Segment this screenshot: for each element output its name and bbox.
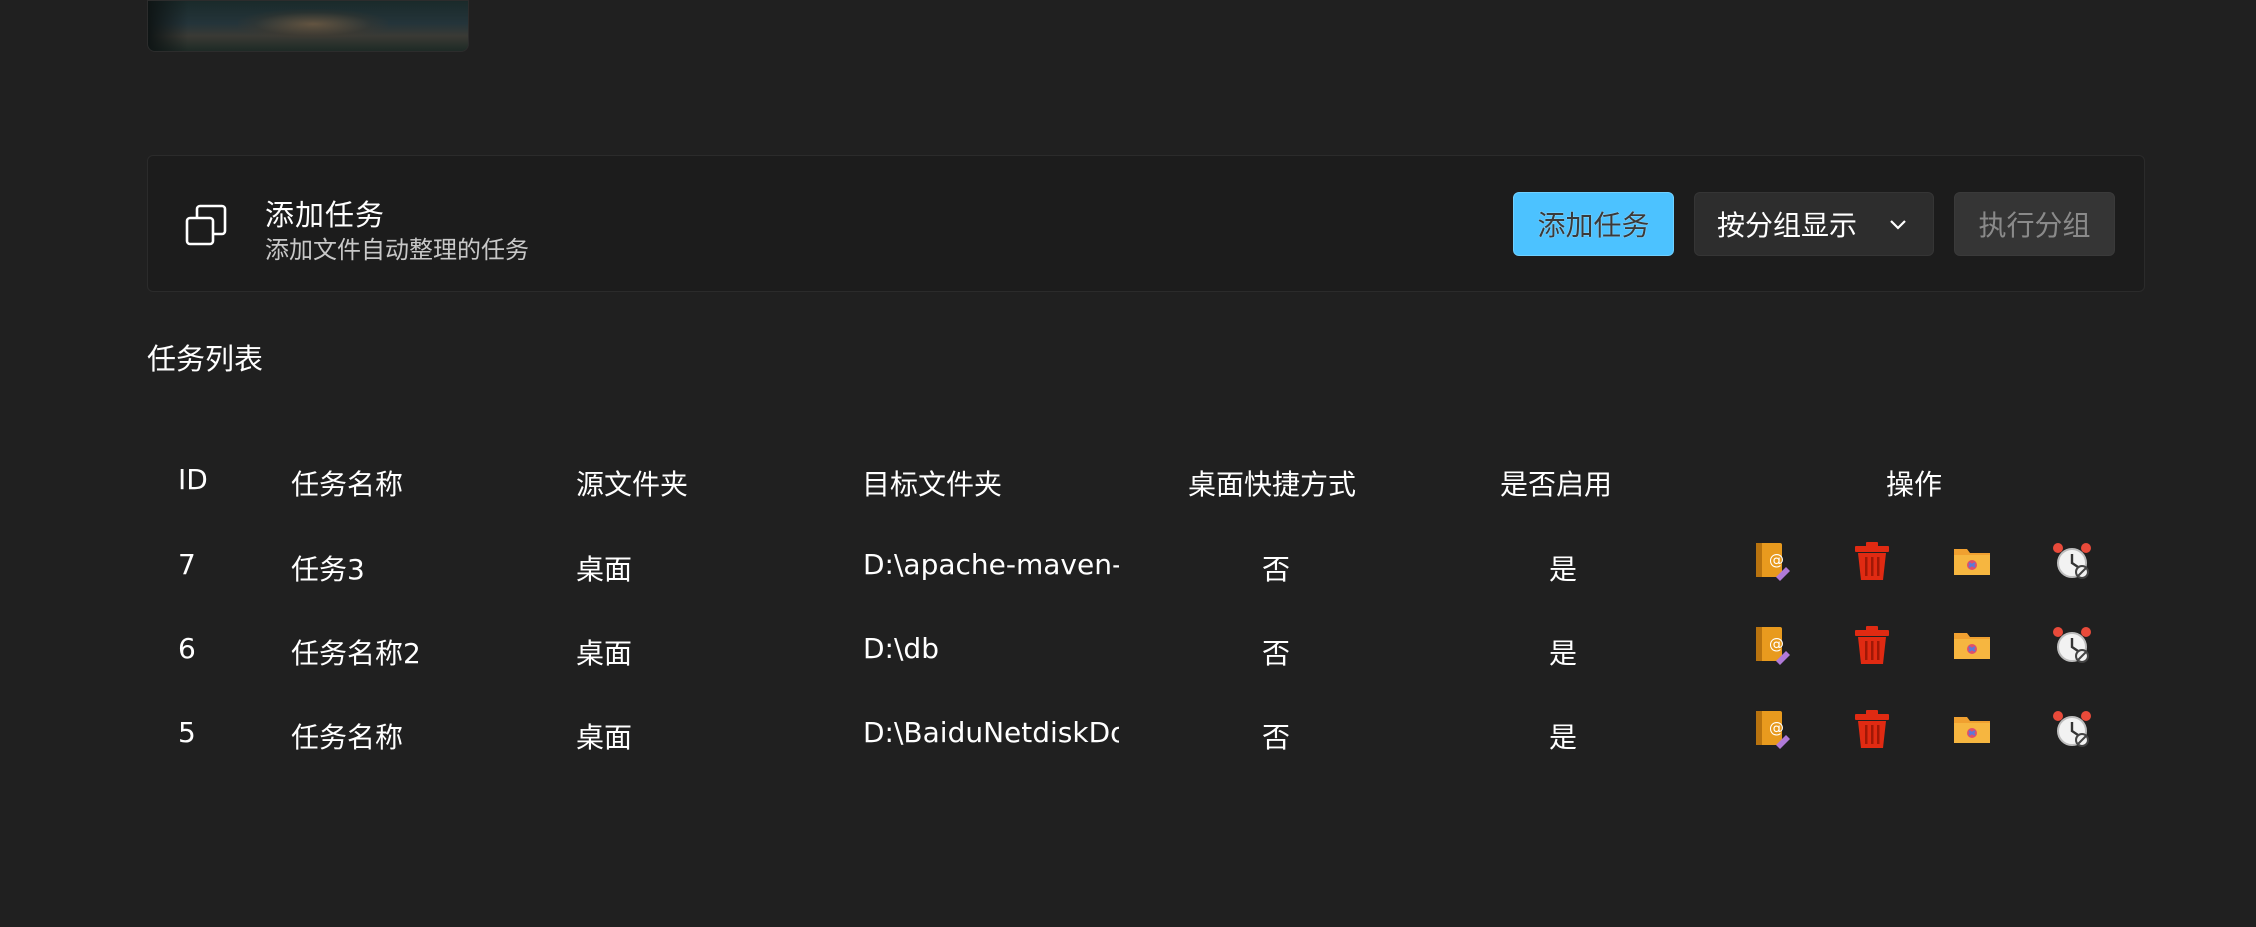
alarm-clock-icon[interactable] <box>2052 625 2092 665</box>
edit-contact-icon[interactable]: @ <box>1752 625 1792 665</box>
folder-icon[interactable] <box>1952 709 1992 749</box>
cell-target-folder: D:\BaiduNetdiskDownload <box>863 716 1119 749</box>
chevron-down-icon <box>1890 220 1906 230</box>
header-id: ID <box>178 463 208 496</box>
add-task-button[interactable]: 添加任务 <box>1513 192 1674 256</box>
edit-contact-icon[interactable]: @ <box>1752 709 1792 749</box>
cell-enabled: 是 <box>1549 553 1578 586</box>
card-subtitle: 添加文件自动整理的任务 <box>265 236 529 264</box>
trash-icon[interactable] <box>1852 625 1892 665</box>
alarm-clock-icon[interactable] <box>2052 709 2092 749</box>
group-display-dropdown[interactable]: 按分组显示 <box>1694 192 1934 256</box>
cell-shortcut: 否 <box>1262 553 1291 586</box>
cell-task-name: 任务名称 <box>291 721 404 754</box>
folder-icon[interactable] <box>1952 541 1992 581</box>
cell-id: 7 <box>178 548 196 581</box>
cell-enabled: 是 <box>1549 637 1578 670</box>
run-group-button[interactable]: 执行分组 <box>1954 192 2115 256</box>
header-source-folder: 源文件夹 <box>576 468 689 501</box>
folder-icon[interactable] <box>1952 625 1992 665</box>
card-title: 添加任务 <box>265 198 386 232</box>
svg-text:@: @ <box>1769 635 1784 653</box>
cell-source-folder: 桌面 <box>576 721 633 754</box>
add-task-card: 添加任务 添加文件自动整理的任务 添加任务 按分组显示 执行分组 <box>147 155 2145 292</box>
cell-shortcut: 否 <box>1262 637 1291 670</box>
cell-id: 5 <box>178 716 196 749</box>
trash-icon[interactable] <box>1852 541 1892 581</box>
header-task-name: 任务名称 <box>291 468 404 501</box>
cell-source-folder: 桌面 <box>576 637 633 670</box>
svg-text:@: @ <box>1769 719 1784 737</box>
alarm-clock-icon[interactable] <box>2052 541 2092 581</box>
task-list-title: 任务列表 <box>147 342 264 376</box>
header-enabled: 是否启用 <box>1500 468 1613 501</box>
cell-source-folder: 桌面 <box>576 553 633 586</box>
cell-id: 6 <box>178 632 196 665</box>
edit-contact-icon[interactable]: @ <box>1752 541 1792 581</box>
cell-task-name: 任务3 <box>291 553 365 586</box>
header-actions: 操作 <box>1886 468 1943 501</box>
trash-icon[interactable] <box>1852 709 1892 749</box>
cell-task-name: 任务名称2 <box>291 637 421 670</box>
cell-target-folder: D:\db <box>863 632 939 665</box>
svg-text:@: @ <box>1769 551 1784 569</box>
cell-shortcut: 否 <box>1262 721 1291 754</box>
copy-icon <box>185 204 227 246</box>
cell-target-folder: D:\apache-maven-3.8 <box>863 548 1119 581</box>
wallpaper-thumbnail <box>147 0 469 52</box>
header-desktop-shortcut: 桌面快捷方式 <box>1188 468 1357 501</box>
header-target-folder: 目标文件夹 <box>862 468 1003 501</box>
cell-enabled: 是 <box>1549 721 1578 754</box>
group-display-label: 按分组显示 <box>1717 209 1858 242</box>
